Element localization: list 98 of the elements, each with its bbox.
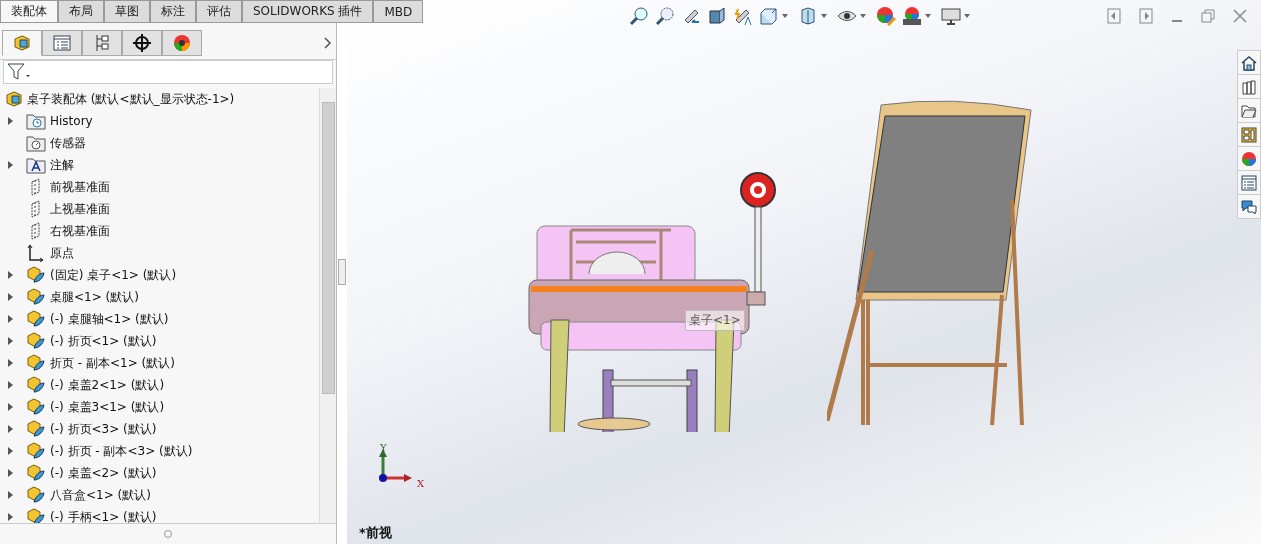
part-icon [26, 463, 46, 483]
zoom-area-icon[interactable] [655, 6, 675, 26]
y-axis-label: Y [380, 442, 387, 453]
scrollbar[interactable] [319, 88, 336, 523]
expand-arrow-icon[interactable] [8, 469, 13, 477]
tree-item-label[interactable]: (固定) 桌子<1> (默认) [50, 266, 177, 284]
zoom-to-fit-icon[interactable] [629, 6, 649, 26]
close-icon[interactable] [1233, 9, 1247, 23]
dropdown-caret-icon[interactable] [860, 14, 866, 18]
part-icon [26, 375, 46, 395]
display-style-icon[interactable] [798, 6, 818, 26]
section-view-icon[interactable] [707, 6, 727, 26]
chevron-right-icon[interactable] [324, 37, 332, 49]
tree-item-label[interactable]: 折页 - 副本<1> (默认) [50, 354, 175, 372]
dropdown-caret-icon[interactable] [925, 14, 931, 18]
sensor-folder-icon [26, 134, 46, 152]
expand-arrow-icon[interactable] [8, 381, 13, 389]
tree-item-label[interactable]: (-) 桌腿轴<1> (默认) [50, 310, 169, 328]
component-tooltip: 桌子<1> [685, 310, 745, 331]
command-tab[interactable]: 装配体 [0, 0, 58, 22]
properties-task-tab[interactable] [1238, 171, 1260, 194]
history-folder-icon [26, 112, 46, 130]
command-tab[interactable]: 布局 [58, 0, 104, 22]
appearance-task-tab[interactable] [1238, 147, 1260, 170]
tree-item-label[interactable]: (-) 手柄<1> (默认) [50, 508, 157, 523]
scroll-thumb[interactable] [322, 102, 335, 394]
part-icon [26, 441, 46, 461]
dropdown-caret-icon[interactable] [782, 14, 788, 18]
tree-item-label[interactable]: (-) 折页<3> (默认) [50, 420, 157, 438]
expand-arrow-icon[interactable] [8, 161, 13, 169]
tree-item-label[interactable]: (-) 折页 - 副本<3> (默认) [50, 442, 193, 460]
filter-icon[interactable] [7, 63, 31, 81]
tree-item-label[interactable]: 桌腿<1> (默认) [50, 288, 139, 306]
tree-item-label[interactable]: 传感器 [50, 134, 86, 152]
part-icon [26, 507, 46, 523]
tile-right-icon[interactable] [1139, 8, 1153, 24]
library-task-tab[interactable] [1238, 75, 1260, 98]
tree-item-label[interactable]: (-) 桌盖<2> (默认) [50, 464, 157, 482]
expand-arrow-icon[interactable] [8, 359, 13, 367]
forum-task-tab[interactable] [1238, 195, 1260, 218]
property-manager-tab[interactable] [42, 30, 82, 56]
tree-root-label[interactable]: 桌子装配体 (默认<默认_显示状态-1>) [27, 90, 235, 108]
command-tab[interactable]: 标注 [150, 0, 196, 22]
tree-item-label[interactable]: 八音盒<1> (默认) [50, 486, 151, 504]
command-tab[interactable]: 草图 [104, 0, 150, 22]
panel-collapse-handle[interactable] [338, 259, 346, 285]
tree-item-label[interactable]: (-) 桌盖2<1> (默认) [50, 376, 165, 394]
tree-item-label[interactable]: 注解 [50, 156, 74, 174]
tree-item-label[interactable]: 上视基准面 [50, 200, 110, 218]
scene-icon[interactable] [902, 6, 922, 26]
part-icon [26, 331, 46, 351]
expand-arrow-icon[interactable] [8, 315, 13, 323]
command-tab[interactable]: SOLIDWORKS 插件 [242, 0, 374, 22]
part-icon [26, 485, 46, 505]
dim-manager-tab[interactable] [122, 30, 162, 56]
tree-item-label[interactable]: (-) 桌盖3<1> (默认) [50, 398, 165, 416]
part-icon [26, 309, 46, 329]
expand-arrow-icon[interactable] [8, 491, 13, 499]
view-orientation-icon[interactable] [759, 6, 779, 26]
command-tab[interactable]: 评估 [196, 0, 242, 22]
part-icon [12, 33, 32, 53]
palette-task-tab[interactable] [1238, 123, 1260, 146]
x-axis-label: X [417, 478, 425, 489]
dropdown-caret-icon[interactable] [964, 14, 970, 18]
folder-task-tab[interactable] [1238, 99, 1260, 122]
part-icon [26, 419, 46, 439]
expand-arrow-icon[interactable] [8, 447, 13, 455]
home-task-tab[interactable] [1238, 51, 1260, 74]
display-manager-tab[interactable] [162, 30, 202, 56]
expand-arrow-icon[interactable] [8, 403, 13, 411]
view-name-label: *前视 [359, 524, 392, 542]
part-icon [26, 287, 46, 307]
feature-manager-tab[interactable] [2, 30, 42, 56]
part-icon [26, 265, 46, 285]
part-icon [26, 353, 46, 373]
monitor-icon[interactable] [941, 6, 961, 26]
expand-arrow-icon[interactable] [8, 117, 13, 125]
assembly-icon [5, 90, 23, 108]
dropdown-caret-icon[interactable] [821, 14, 827, 18]
expand-arrow-icon[interactable] [8, 337, 13, 345]
expand-arrow-icon[interactable] [8, 271, 13, 279]
tree-item-label[interactable]: 前视基准面 [50, 178, 110, 196]
expand-arrow-icon[interactable] [8, 425, 13, 433]
origin-icon [26, 244, 46, 262]
crosshair-icon [132, 33, 152, 53]
list-icon [52, 33, 72, 53]
tree-item-label[interactable]: 右视基准面 [50, 222, 110, 240]
annotation-folder-icon [26, 156, 46, 174]
command-tab[interactable]: MBD [373, 0, 424, 22]
expand-arrow-icon[interactable] [8, 513, 13, 521]
edit-appearance-icon[interactable] [876, 6, 896, 26]
expand-arrow-icon[interactable] [8, 293, 13, 301]
tile-left-icon[interactable] [1107, 8, 1121, 24]
tree-item-label[interactable]: History [50, 114, 93, 128]
color-ball-icon [172, 33, 192, 53]
tree-item-label[interactable]: 原点 [50, 244, 74, 262]
part-icon [26, 397, 46, 417]
tree-item-label[interactable]: (-) 折页<1> (默认) [50, 332, 157, 350]
